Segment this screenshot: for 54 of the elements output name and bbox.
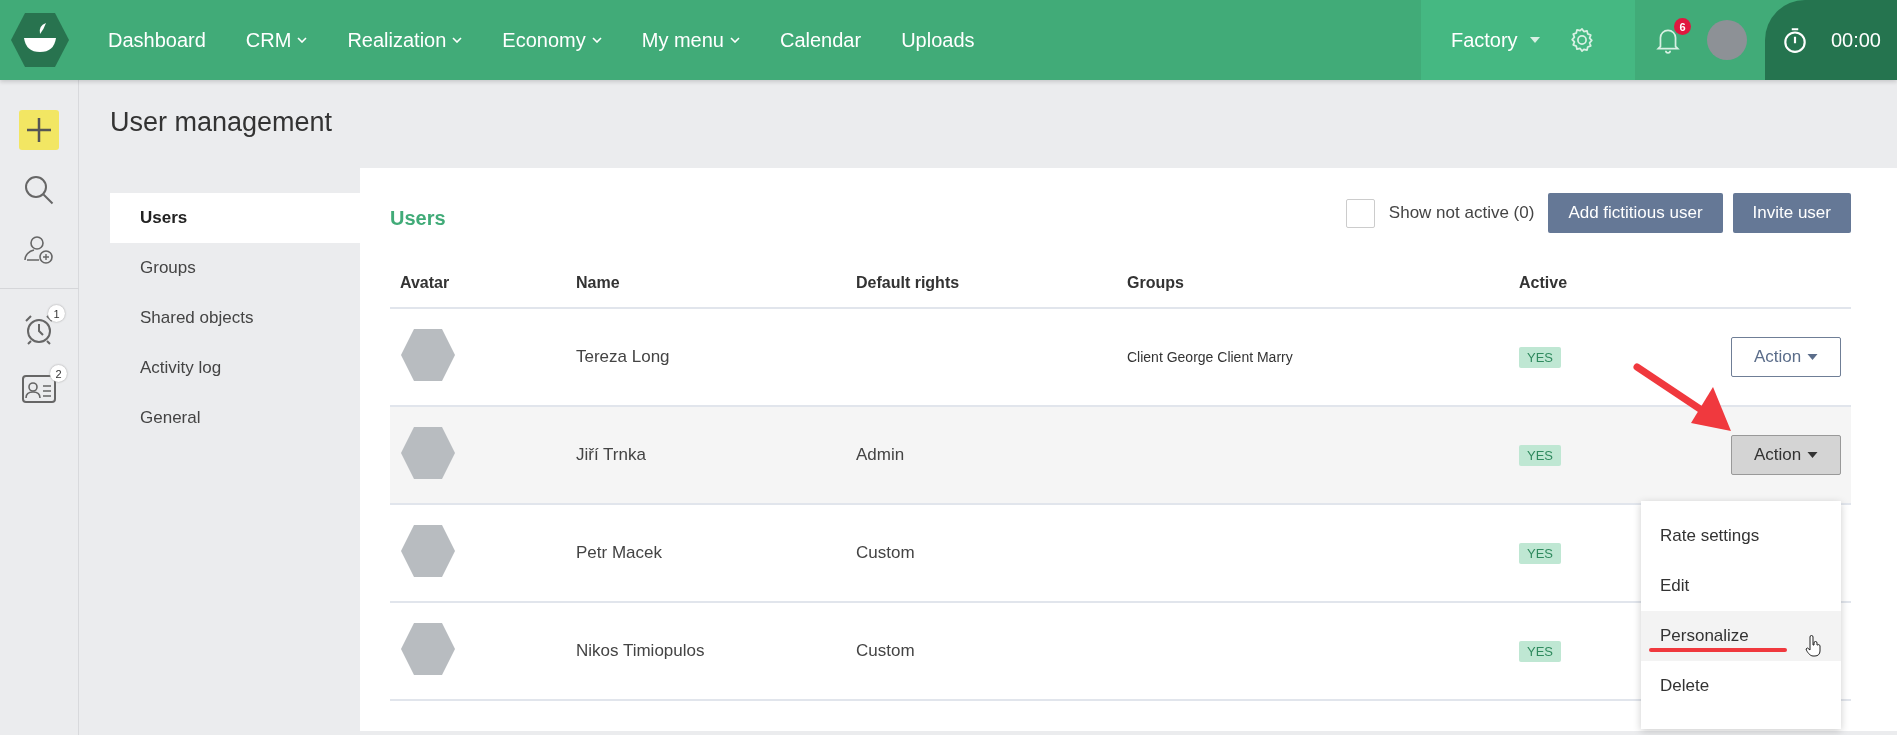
stopwatch-icon[interactable] <box>1781 26 1808 54</box>
logo-icon[interactable] <box>10 12 70 68</box>
column-header: Active <box>1518 274 1569 292</box>
chevron-down-icon <box>297 37 308 43</box>
action-dropdown-button[interactable]: Action <box>1731 337 1841 377</box>
chevron-down-icon <box>729 37 740 43</box>
add-icon[interactable] <box>19 110 59 150</box>
contact-card-icon[interactable] <box>21 373 57 405</box>
column-header: Default rights <box>855 274 961 292</box>
column-header: Groups <box>1126 274 1185 292</box>
checkbox[interactable] <box>1345 198 1375 228</box>
header-button[interactable]: Invite user <box>1732 193 1851 233</box>
user-name: Petr Macek <box>576 543 662 562</box>
active-badge: YES <box>1519 347 1561 368</box>
action-dropdown-button[interactable]: Action <box>1731 435 1841 475</box>
add-user-icon[interactable] <box>23 234 55 266</box>
section-title: Users <box>390 206 446 230</box>
column-header: Name <box>575 274 621 292</box>
menu-item[interactable]: Rate settings <box>1641 511 1841 561</box>
caret-icon <box>1529 37 1540 43</box>
hand-cursor-icon <box>1805 635 1821 657</box>
user-name: Jiří Trnka <box>576 445 646 464</box>
menu-item[interactable]: Personalize <box>1641 611 1841 661</box>
subnav-item[interactable]: Shared objects <box>110 293 360 343</box>
column-header: Avatar <box>399 274 451 292</box>
timer-text: 00:00 <box>1830 28 1881 52</box>
avatar-placeholder <box>400 620 456 677</box>
avatar-placeholder <box>400 522 456 579</box>
page-title: User management <box>110 107 334 138</box>
subnav-item[interactable]: General <box>110 393 360 443</box>
chevron-down-icon <box>452 37 463 43</box>
avatar-placeholder <box>400 326 456 383</box>
active-badge: YES <box>1519 641 1561 662</box>
rights-text: Admin <box>856 445 905 464</box>
caret-icon <box>1807 452 1819 458</box>
active-badge: YES <box>1519 445 1561 466</box>
groups-text: Client George Client Marry <box>1127 349 1293 365</box>
subnav-item[interactable]: Activity log <box>110 343 360 393</box>
rights-text: Custom <box>856 641 915 660</box>
avatar-placeholder <box>400 424 456 481</box>
subnav-item[interactable]: Users <box>110 193 360 243</box>
notification-badge: 6 <box>1673 18 1691 35</box>
count-badge: 2 <box>50 365 67 382</box>
search-icon[interactable] <box>23 174 55 206</box>
header-button[interactable]: Add fictitious user <box>1548 193 1723 233</box>
active-badge: YES <box>1519 543 1561 564</box>
subnav-item[interactable]: Groups <box>110 243 360 293</box>
checkbox-label: Show not active (0) <box>1388 203 1535 223</box>
user-name: Tereza Long <box>576 347 670 366</box>
chevron-down-icon <box>591 37 602 43</box>
user-name: Nikos Timiopulos <box>576 641 705 660</box>
caret-icon <box>1807 354 1819 360</box>
rights-text: Custom <box>856 543 915 562</box>
count-badge: 1 <box>48 305 65 322</box>
